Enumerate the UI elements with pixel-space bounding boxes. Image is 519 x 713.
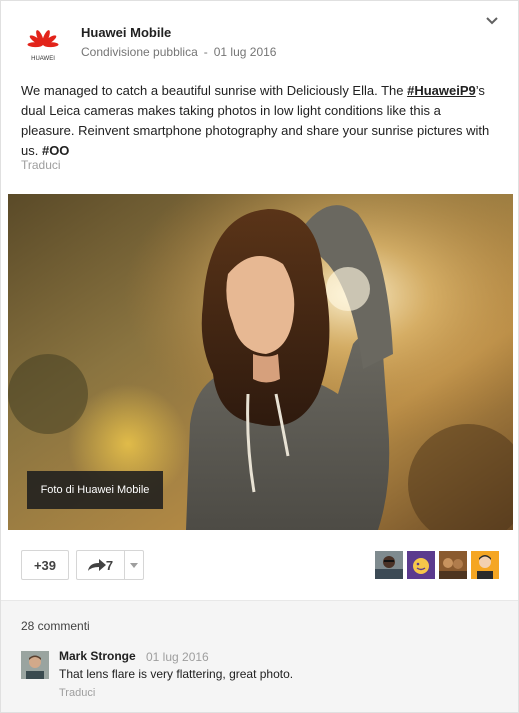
share-dropdown[interactable] bbox=[125, 551, 143, 579]
post-card: HUAWEI Huawei Mobile Condivisione pubbli… bbox=[0, 0, 519, 713]
plusser-avatar-3[interactable] bbox=[439, 551, 467, 579]
visibility-label[interactable]: Condivisione pubblica bbox=[81, 45, 198, 59]
share-button[interactable]: 7 bbox=[76, 550, 144, 580]
translate-link[interactable]: Traduci bbox=[21, 158, 61, 172]
post-meta: Condivisione pubblica -01 lug 2016 bbox=[81, 45, 276, 59]
post-date[interactable]: 01 lug 2016 bbox=[214, 45, 277, 59]
plusser-avatar-4[interactable] bbox=[471, 551, 499, 579]
post-text-part-1: We managed to catch a beautiful sunrise … bbox=[21, 83, 408, 98]
comments-count[interactable]: 28 commenti bbox=[21, 619, 90, 633]
share-arrow-icon bbox=[87, 559, 106, 571]
share-main[interactable]: 7 bbox=[77, 551, 124, 579]
comment-author[interactable]: Mark Stronge bbox=[59, 649, 136, 663]
plusser-avatar-1[interactable] bbox=[375, 551, 403, 579]
meta-separator: - bbox=[203, 45, 208, 59]
post-header: HUAWEI Huawei Mobile Condivisione pubbli… bbox=[1, 1, 518, 73]
logo-wordmark: HUAWEI bbox=[31, 56, 55, 62]
comment-translate-link[interactable]: Traduci bbox=[59, 687, 95, 699]
post-author[interactable]: Huawei Mobile bbox=[81, 25, 171, 40]
huawei-logo-icon[interactable]: HUAWEI bbox=[23, 27, 63, 63]
hashtag-oo[interactable]: #OO bbox=[42, 143, 69, 158]
comment-text: That lens flare is very flattering, grea… bbox=[59, 667, 294, 681]
post-body: We managed to catch a beautiful sunrise … bbox=[21, 81, 497, 161]
plusser-avatar-2[interactable] bbox=[407, 551, 435, 579]
commenter-avatar[interactable] bbox=[21, 651, 49, 679]
plus-one-button[interactable]: +39 bbox=[21, 550, 69, 580]
caret-down-icon bbox=[130, 562, 138, 568]
photo-caption[interactable]: Foto di Huawei Mobile bbox=[27, 471, 163, 509]
comments-section: 28 commenti Mark Stronge 01 lug 2016 Tha… bbox=[1, 600, 518, 712]
chevron-down-icon[interactable] bbox=[484, 13, 500, 29]
share-count: 7 bbox=[105, 557, 114, 573]
comment-date[interactable]: 01 lug 2016 bbox=[146, 650, 209, 664]
plussers-list bbox=[375, 551, 499, 579]
hashtag-huaweip9[interactable]: #HuaweiP9 bbox=[407, 83, 476, 98]
